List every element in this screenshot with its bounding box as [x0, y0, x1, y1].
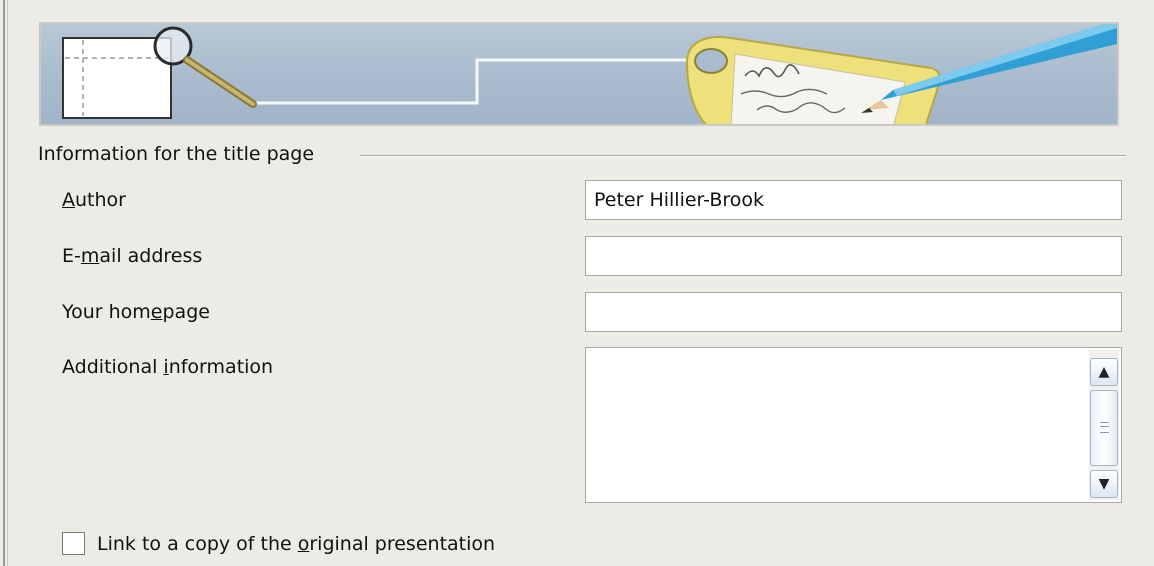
- email-field[interactable]: [585, 236, 1122, 276]
- homepage-label-prefix: Your hom: [62, 301, 151, 323]
- scroll-thumb[interactable]: [1090, 390, 1118, 466]
- link-label-prefix: Link to a copy of the: [97, 533, 298, 555]
- grip-icon: [1100, 422, 1109, 433]
- window-left-border: [0, 0, 10, 566]
- link-label-accelerator: o: [297, 533, 310, 555]
- link-label-suffix: riginal presentation: [309, 533, 496, 555]
- wizard-banner: [39, 22, 1119, 126]
- email-label-accelerator: m: [80, 245, 100, 267]
- email-label: E-mail address: [62, 245, 202, 267]
- author-field[interactable]: Peter Hillier-Brook: [585, 180, 1122, 220]
- homepage-label-suffix: page: [162, 301, 210, 323]
- additional-label-prefix: Additional: [62, 356, 164, 378]
- homepage-label-accelerator: e: [150, 301, 163, 323]
- title-page-group-label: Information for the title page: [38, 143, 327, 165]
- email-label-prefix: E-: [62, 245, 81, 267]
- homepage-label: Your homepage: [62, 301, 210, 323]
- scroll-up-button[interactable]: ▲: [1090, 358, 1118, 386]
- group-separator: [360, 155, 1126, 157]
- scroll-down-button[interactable]: ▼: [1090, 470, 1118, 498]
- link-original-label[interactable]: Link to a copy of the original presentat…: [97, 533, 495, 555]
- additional-info-textarea[interactable]: ▲ ▼: [585, 347, 1122, 503]
- link-original-checkbox[interactable]: [62, 532, 85, 555]
- chevron-up-icon: ▲: [1098, 364, 1110, 380]
- email-label-suffix: ail address: [99, 245, 203, 267]
- additional-info-label: Additional information: [62, 356, 273, 378]
- chevron-down-icon: ▼: [1098, 476, 1110, 492]
- homepage-field[interactable]: [585, 292, 1122, 332]
- additional-label-suffix: nformation: [168, 356, 274, 378]
- textarea-scrollbar[interactable]: ▲ ▼: [1089, 350, 1119, 500]
- wizard-banner-image: [62, 24, 1117, 124]
- author-label: Author: [62, 189, 126, 211]
- author-label-suffix: uthor: [75, 189, 126, 211]
- author-label-accelerator: A: [62, 189, 75, 211]
